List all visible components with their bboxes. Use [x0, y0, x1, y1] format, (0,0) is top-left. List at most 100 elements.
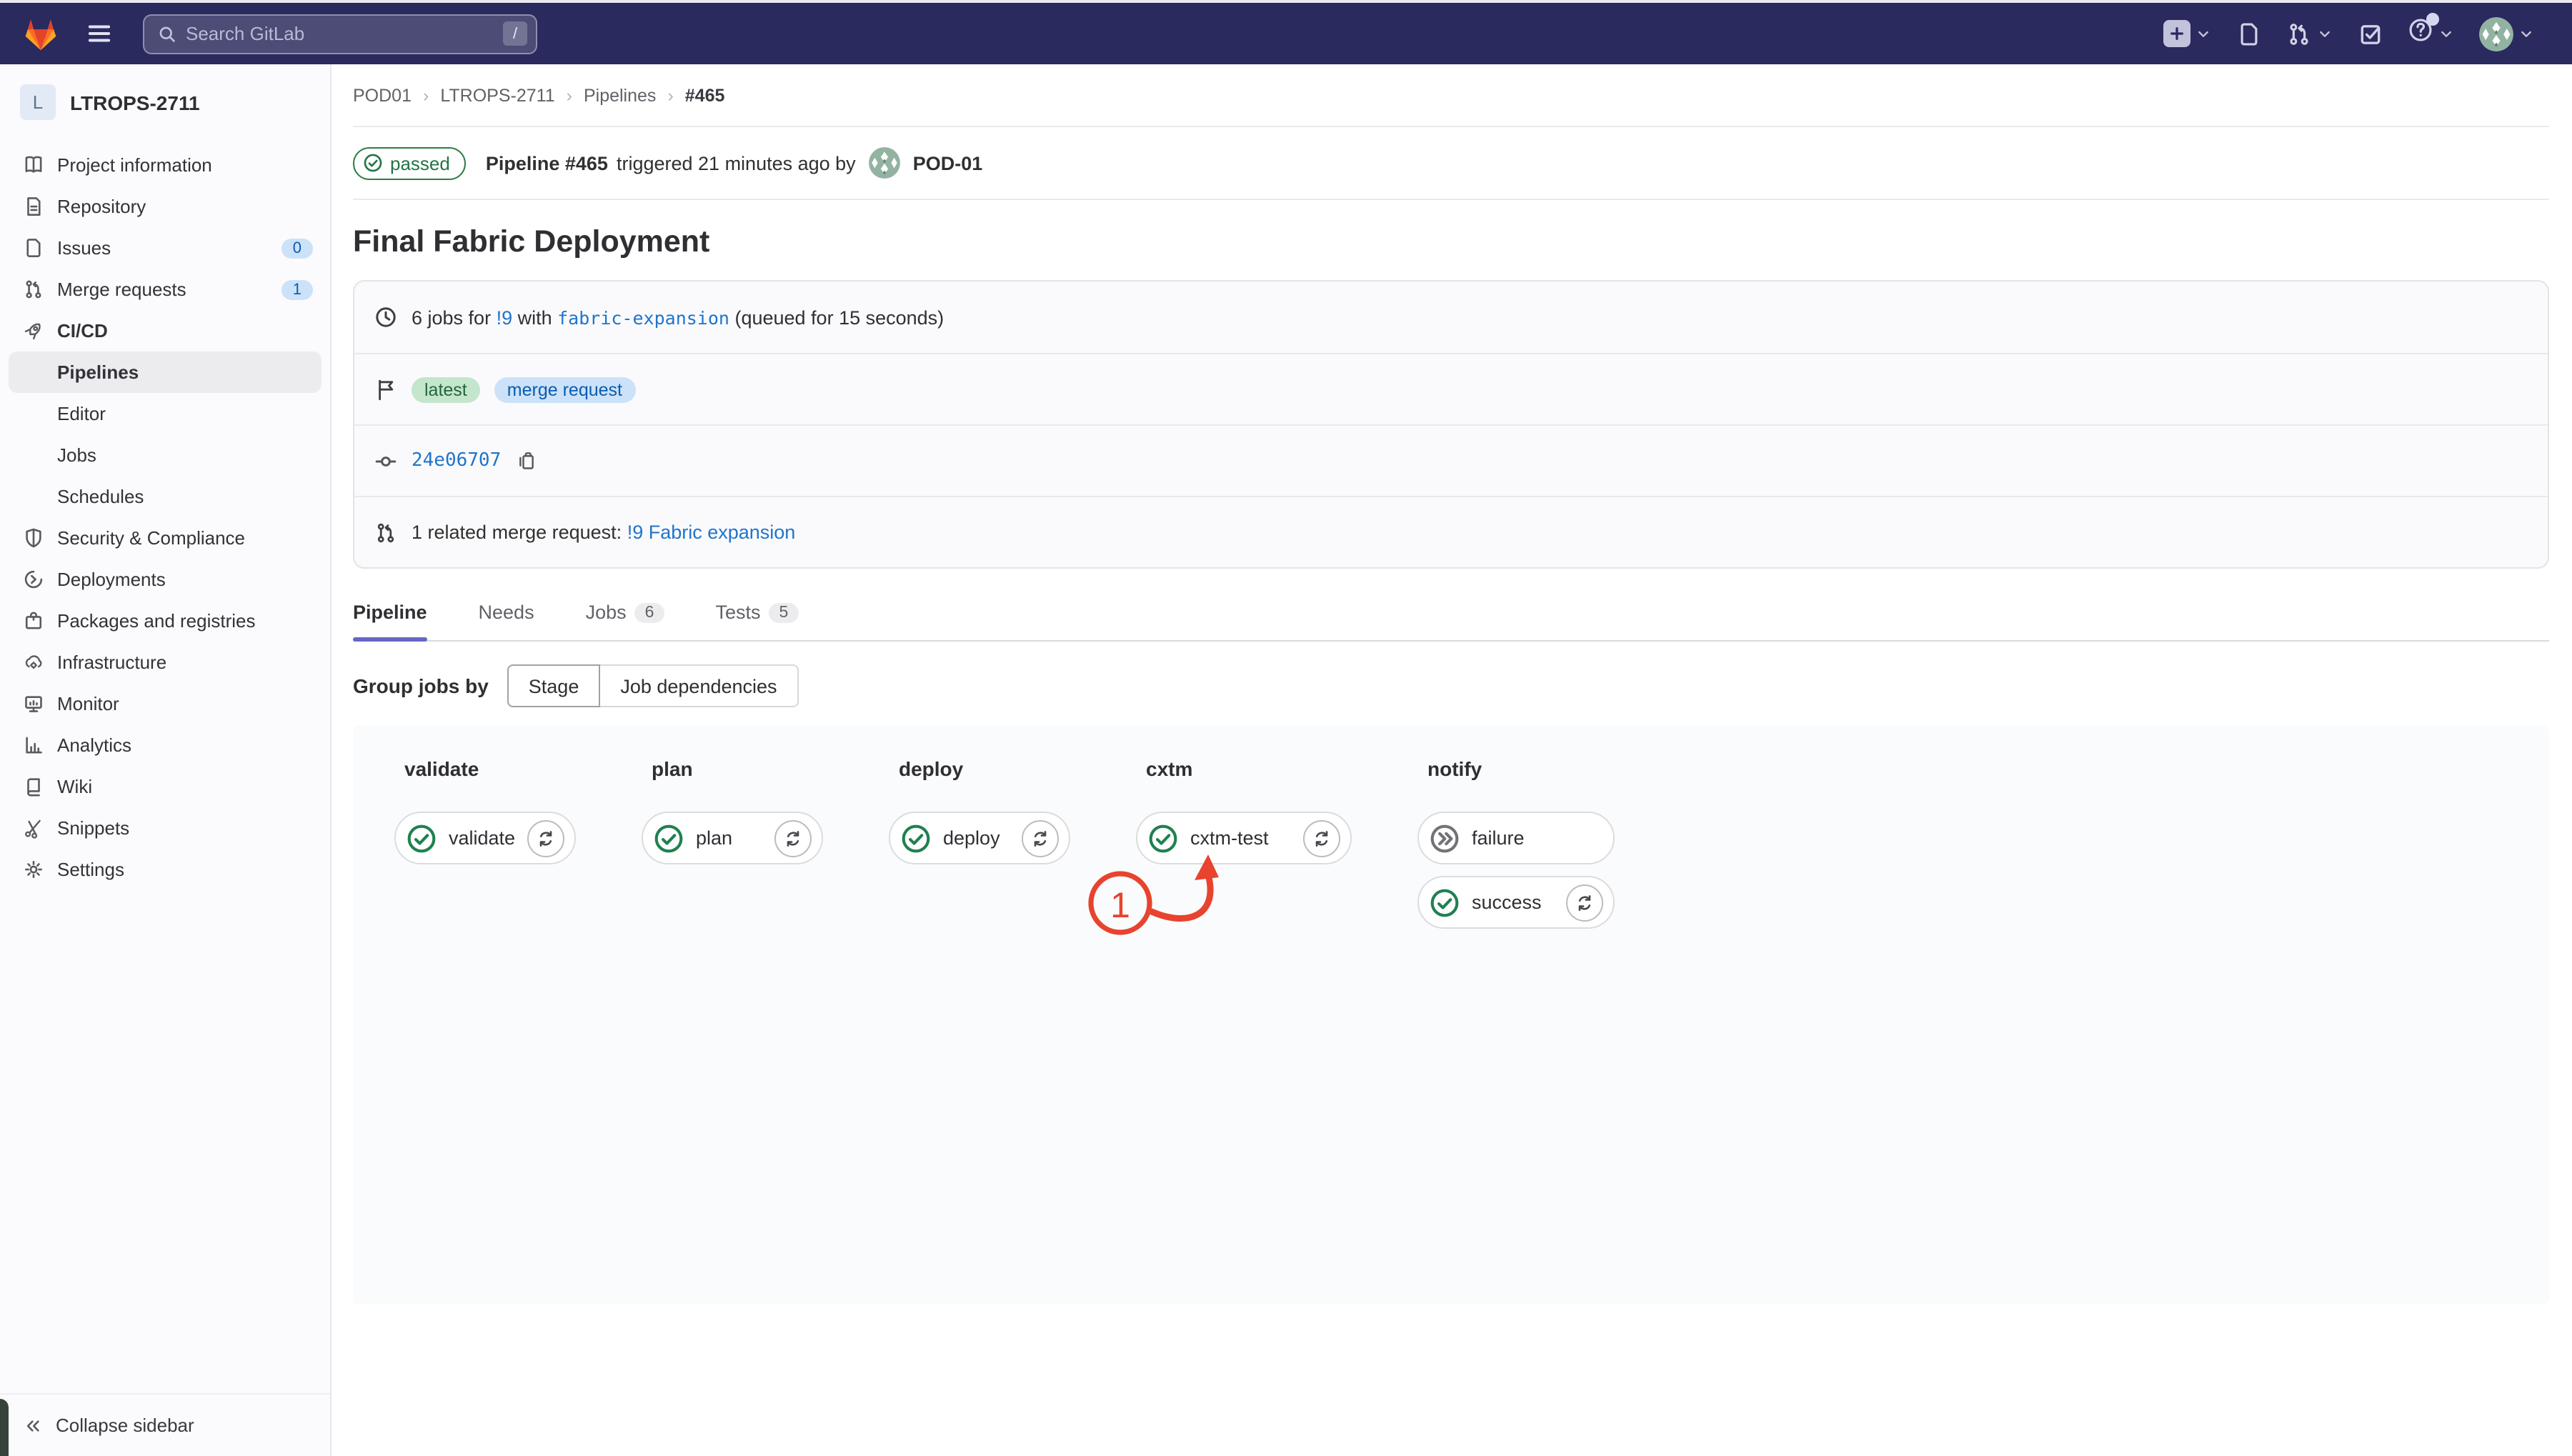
gitlab-logo-icon[interactable]: [23, 16, 59, 51]
merge-requests-icon[interactable]: [2286, 21, 2312, 46]
branch-link[interactable]: fabric-expansion: [557, 306, 729, 328]
search-input[interactable]: [177, 23, 503, 44]
tab-pipeline[interactable]: Pipeline: [353, 583, 427, 640]
retry-icon: [1030, 828, 1050, 848]
sidebar-item-repository[interactable]: Repository: [9, 186, 322, 227]
clock-icon: [374, 306, 397, 329]
retry-job-button[interactable]: [527, 819, 564, 857]
retry-icon: [1312, 828, 1332, 848]
search-box[interactable]: /: [143, 14, 537, 54]
tab-needs[interactable]: Needs: [479, 583, 534, 640]
sidebar-item-jobs[interactable]: Jobs: [9, 434, 322, 476]
retry-job-button[interactable]: [1022, 819, 1059, 857]
sidebar-item-snippets[interactable]: Snippets: [9, 807, 322, 849]
annotation-circle: [1091, 874, 1150, 932]
retry-icon: [536, 828, 556, 848]
merge-request-badge: merge request: [494, 377, 635, 402]
tab-tests[interactable]: Tests5: [715, 583, 798, 640]
group-jobs-segmented-control: Stage Job dependencies: [507, 664, 799, 707]
chevron-down-icon[interactable]: [2316, 25, 2333, 42]
merge-request-icon: [374, 521, 397, 544]
pipeline-id-label: Pipeline #465: [486, 152, 608, 174]
related-mr-link[interactable]: !9 Fabric expansion: [627, 522, 796, 543]
annotation-number: 1: [1110, 885, 1130, 925]
latest-badge: latest: [412, 377, 480, 402]
status-skipped-icon: [1429, 822, 1460, 854]
sidebar-item-project-information[interactable]: Project information: [9, 144, 322, 186]
sidebar-item-merge-requests[interactable]: Merge requests 1: [9, 269, 322, 310]
breadcrumb-pipelines[interactable]: Pipelines: [584, 85, 656, 105]
copy-icon[interactable]: [515, 450, 537, 472]
job-failure[interactable]: failure: [1417, 812, 1615, 864]
search-icon: [157, 24, 177, 44]
status-badge[interactable]: passed: [353, 146, 466, 179]
sidebar-item-wiki[interactable]: Wiki: [9, 766, 322, 807]
mr-ref-link[interactable]: !9: [497, 306, 513, 328]
shield-icon: [23, 527, 44, 549]
project-header[interactable]: L LTROPS-2711: [0, 64, 330, 139]
stage-deploy: deploy deploy: [889, 757, 1070, 864]
sidebar-item-issues[interactable]: Issues 0: [9, 227, 322, 269]
chevron-down-icon[interactable]: [2195, 25, 2212, 42]
status-success-icon: [406, 822, 437, 854]
hamburger-menu-icon[interactable]: [86, 20, 113, 47]
breadcrumb-group[interactable]: POD01: [353, 85, 412, 105]
sidebar-item-deployments[interactable]: Deployments: [9, 559, 322, 600]
sidebar-item-monitor[interactable]: Monitor: [9, 683, 322, 724]
sidebar-item-packages[interactable]: Packages and registries: [9, 600, 322, 642]
gitlab-pipeline-page: /: [0, 0, 2572, 1456]
todos-icon[interactable]: [2358, 21, 2383, 46]
triggered-text: triggered 21 minutes ago by: [617, 152, 856, 174]
group-by-dependencies-button[interactable]: Job dependencies: [600, 664, 798, 707]
queued-text: (queued for 15 seconds): [729, 306, 944, 328]
sidebar-item-settings[interactable]: Settings: [9, 849, 322, 890]
flag-icon: [374, 378, 397, 401]
triggerer-avatar[interactable]: [869, 147, 900, 179]
commit-sha-link[interactable]: 24e06707: [412, 450, 501, 472]
issues-icon: [23, 237, 44, 259]
sidebar-item-infrastructure[interactable]: Infrastructure: [9, 642, 322, 683]
job-success[interactable]: success: [1417, 876, 1615, 929]
status-success-icon: [900, 822, 932, 854]
wiki-icon: [23, 776, 44, 797]
job-deploy[interactable]: deploy: [889, 812, 1070, 864]
stage-notify: notify failure success: [1417, 757, 1615, 929]
sidebar-item-schedules[interactable]: Schedules: [9, 476, 322, 517]
sidebar-item-editor[interactable]: Editor: [9, 393, 322, 434]
issues-count-badge: 0: [281, 238, 313, 258]
stage-plan: plan plan: [642, 757, 823, 864]
breadcrumb-separator: ›: [667, 85, 673, 105]
sidebar-item-security-compliance[interactable]: Security & Compliance: [9, 517, 322, 559]
triggerer-name[interactable]: POD-01: [913, 152, 983, 174]
tab-jobs[interactable]: Jobs6: [586, 583, 664, 640]
monitor-icon: [23, 693, 44, 714]
page-title: Final Fabric Deployment: [353, 224, 2549, 260]
commit-row: 24e06707: [354, 424, 2548, 496]
chevron-down-icon[interactable]: [2438, 25, 2455, 42]
deployments-icon: [23, 569, 44, 590]
job-validate[interactable]: validate: [394, 812, 576, 864]
scissors-icon: [23, 817, 44, 839]
pipeline-graph: validate validate plan plan: [353, 726, 2549, 1305]
collapse-sidebar-button[interactable]: Collapse sidebar: [0, 1393, 330, 1456]
retry-job-button[interactable]: [1303, 819, 1340, 857]
pipeline-tabs: Pipeline Needs Jobs6 Tests5: [353, 583, 2549, 642]
job-plan[interactable]: plan: [642, 812, 823, 864]
breadcrumb-pipeline-id: #465: [685, 85, 725, 105]
new-menu-button[interactable]: [2163, 20, 2190, 47]
sidebar-item-cicd[interactable]: CI/CD: [9, 310, 322, 351]
rocket-icon: [23, 320, 44, 341]
pipeline-status-row: passed Pipeline #465 triggered 21 minute…: [353, 127, 2549, 200]
retry-job-button[interactable]: [1566, 884, 1603, 921]
sidebar-item-analytics[interactable]: Analytics: [9, 724, 322, 766]
job-cxtm-test[interactable]: cxtm-test: [1136, 812, 1352, 864]
sidebar-item-pipelines[interactable]: Pipelines: [9, 351, 322, 393]
user-avatar[interactable]: [2479, 16, 2513, 51]
jobs-tab-count: 6: [635, 602, 664, 622]
breadcrumb-project[interactable]: LTROPS-2711: [440, 85, 554, 105]
check-circle-icon: [363, 153, 383, 173]
group-by-stage-button[interactable]: Stage: [507, 664, 601, 707]
retry-job-button[interactable]: [774, 819, 812, 857]
chevron-down-icon[interactable]: [2518, 25, 2535, 42]
issues-icon[interactable]: [2236, 21, 2262, 46]
